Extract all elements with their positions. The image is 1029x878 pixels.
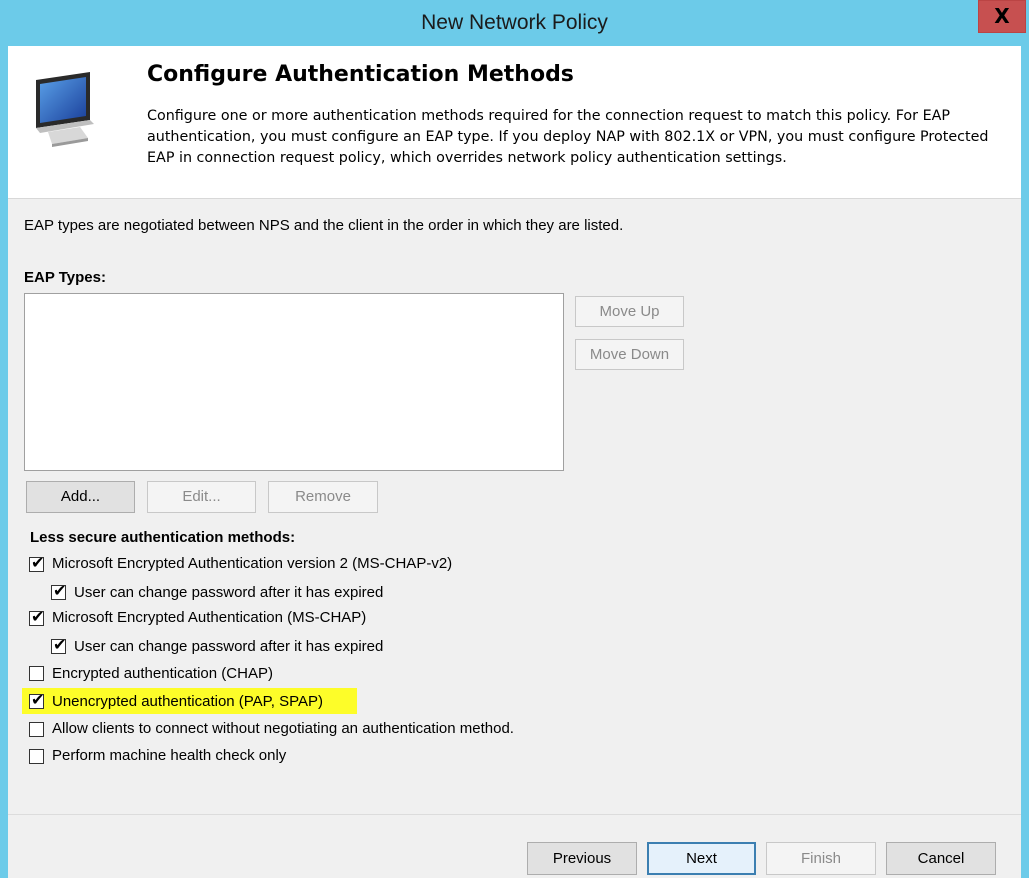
footer-divider	[8, 814, 1021, 815]
eap-types-label: EAP Types:	[24, 269, 106, 286]
pap-spap-checkbox[interactable]: ✔	[29, 690, 45, 709]
computer-monitor-icon	[36, 72, 94, 147]
mschapv2-change-password-checkbox[interactable]: ✔	[51, 581, 67, 600]
cancel-button[interactable]: Cancel	[886, 842, 996, 875]
close-button[interactable]: X	[978, 0, 1026, 33]
window-title: New Network Policy	[421, 11, 608, 34]
health-check-label: Perform machine health check only	[52, 747, 287, 764]
checkmark-icon: ✔	[53, 581, 67, 600]
allow-unauthenticated-label: Allow clients to connect without negotia…	[52, 720, 514, 737]
page-description: Configure one or more authentication met…	[147, 108, 989, 166]
health-check-checkbox[interactable]	[29, 749, 44, 764]
eap-types-list[interactable]	[24, 293, 564, 471]
move-up-button[interactable]: Move Up	[575, 296, 684, 327]
mschap-change-password-checkbox[interactable]: ✔	[51, 635, 67, 654]
finish-button[interactable]: Finish	[766, 842, 876, 875]
mschapv2-label: Microsoft Encrypted Authentication versi…	[52, 555, 453, 572]
remove-button[interactable]: Remove	[268, 481, 378, 513]
pap-spap-label: Unencrypted authentication (PAP, SPAP)	[52, 693, 323, 710]
mschap-change-password-label: User can change password after it has ex…	[74, 638, 384, 655]
edit-button[interactable]: Edit...	[147, 481, 256, 513]
chap-label: Encrypted authentication (CHAP)	[52, 665, 273, 682]
chap-checkbox[interactable]	[29, 666, 44, 681]
mschap-label: Microsoft Encrypted Authentication (MS-C…	[52, 609, 367, 626]
add-button[interactable]: Add...	[26, 481, 135, 513]
checkmark-icon: ✔	[53, 635, 67, 654]
mschapv2-checkbox[interactable]: ✔	[29, 553, 45, 572]
page-title: Configure Authentication Methods	[147, 62, 574, 87]
mschap-checkbox[interactable]: ✔	[29, 607, 45, 626]
less-secure-label: Less secure authentication methods:	[30, 529, 296, 546]
mschapv2-change-password-label: User can change password after it has ex…	[74, 584, 384, 601]
checkmark-icon: ✔	[31, 607, 45, 626]
move-down-button[interactable]: Move Down	[575, 339, 684, 370]
next-button[interactable]: Next	[647, 842, 756, 875]
checkmark-icon: ✔	[31, 690, 45, 709]
eap-intro-text: EAP types are negotiated between NPS and…	[24, 217, 624, 234]
allow-unauthenticated-checkbox[interactable]	[29, 722, 44, 737]
close-icon: X	[994, 4, 1010, 28]
previous-button[interactable]: Previous	[527, 842, 637, 875]
checkmark-icon: ✔	[31, 553, 45, 572]
